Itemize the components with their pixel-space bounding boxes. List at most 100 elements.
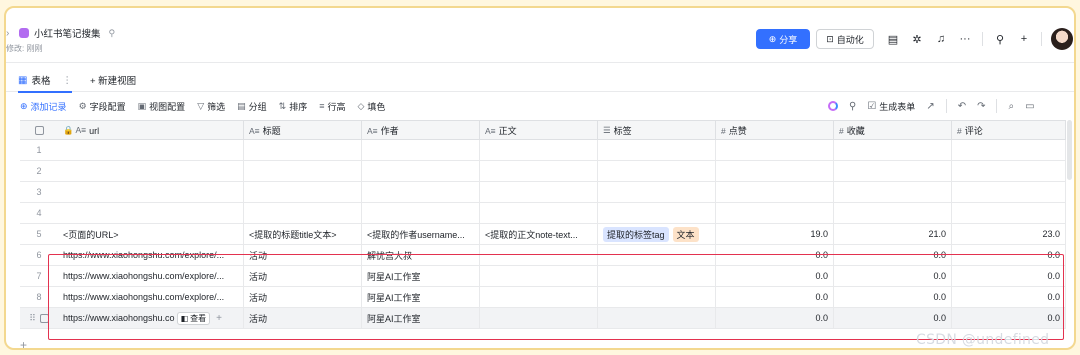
- cell-likes[interactable]: [716, 161, 834, 181]
- cell-favorites[interactable]: 0.0: [834, 266, 952, 286]
- cell-url[interactable]: [58, 140, 244, 160]
- search-record-icon[interactable]: ⚲: [849, 101, 856, 112]
- cell-url[interactable]: [58, 203, 244, 223]
- cell-favorites[interactable]: [834, 182, 952, 202]
- table-row[interactable]: 2: [20, 161, 1066, 182]
- field-config-button[interactable]: ⚙ 字段配置: [79, 100, 126, 113]
- cell-title[interactable]: [244, 140, 362, 160]
- fill-color-button[interactable]: ◇ 填色: [358, 100, 386, 113]
- cell-likes[interactable]: [716, 203, 834, 223]
- cell-author[interactable]: [362, 182, 480, 202]
- cell-body[interactable]: [480, 182, 598, 202]
- table-row[interactable]: 8 https://www.xiaohongshu.com/explore/..…: [20, 287, 1066, 308]
- cell-likes[interactable]: 19.0: [716, 224, 834, 244]
- cell-title[interactable]: <提取的标题title文本>: [244, 224, 362, 244]
- table-row[interactable]: ⠿ https://www.xiaohongshu.co ◧ 查看 + 活动 阿…: [20, 308, 1066, 329]
- cell-author[interactable]: [362, 161, 480, 181]
- table-row[interactable]: 4: [20, 203, 1066, 224]
- column-header-url[interactable]: 🔒 A≡ url: [58, 121, 244, 140]
- cell-url[interactable]: [58, 182, 244, 202]
- cell-title[interactable]: [244, 182, 362, 202]
- cell-title[interactable]: [244, 203, 362, 223]
- share-arrow-icon[interactable]: ↗: [926, 101, 934, 112]
- cell-author[interactable]: 阿星AI工作室: [362, 308, 480, 328]
- table-row[interactable]: 7 https://www.xiaohongshu.com/explore/..…: [20, 266, 1066, 287]
- cell-comments[interactable]: [952, 161, 1066, 181]
- select-all-cell[interactable]: [20, 121, 58, 140]
- generate-form-button[interactable]: ☑ 生成表单: [867, 100, 915, 113]
- avatar[interactable]: [1051, 28, 1073, 50]
- cell-title[interactable]: 活动: [244, 266, 362, 286]
- table-row[interactable]: 6 https://www.xiaohongshu.com/explore/..…: [20, 245, 1066, 266]
- search-grid-icon[interactable]: ⌕: [1008, 101, 1014, 112]
- cell-body[interactable]: [480, 245, 598, 265]
- cell-likes[interactable]: 0.0: [716, 266, 834, 286]
- cell-title[interactable]: 活动: [244, 287, 362, 307]
- cell-favorites[interactable]: 0.0: [834, 308, 952, 328]
- cell-body[interactable]: [480, 308, 598, 328]
- cell-author[interactable]: 阿星AI工作室: [362, 266, 480, 286]
- cell-title[interactable]: 活动: [244, 245, 362, 265]
- select-all-checkbox[interactable]: [34, 126, 44, 135]
- cell-body[interactable]: [480, 287, 598, 307]
- cell-url[interactable]: https://www.xiaohongshu.com/explore/...: [58, 287, 244, 307]
- cell-tags[interactable]: [598, 140, 716, 160]
- automation-button[interactable]: ⊡ 自动化: [816, 29, 874, 49]
- cell-favorites[interactable]: [834, 161, 952, 181]
- pin-icon[interactable]: ⚲: [109, 28, 116, 39]
- view-record-button[interactable]: ◧ 查看: [176, 311, 211, 325]
- column-header-favorites[interactable]: # 收藏: [834, 121, 952, 140]
- cell-comments[interactable]: 0.0: [952, 287, 1066, 307]
- cell-comments[interactable]: [952, 140, 1066, 160]
- document-icon[interactable]: ▤: [886, 33, 900, 46]
- filter-button[interactable]: ▽ 筛选: [197, 100, 225, 113]
- sort-button[interactable]: ⇅ 排序: [279, 100, 308, 113]
- cell-tags[interactable]: [598, 161, 716, 181]
- cell-favorites[interactable]: 0.0: [834, 245, 952, 265]
- cell-body[interactable]: <提取的正文note-text...: [480, 224, 598, 244]
- undo-icon[interactable]: ↶: [958, 101, 966, 112]
- cell-tags[interactable]: [598, 266, 716, 286]
- cell-body[interactable]: [480, 266, 598, 286]
- share-button[interactable]: ⊕ 分享: [756, 29, 810, 49]
- ai-assistant-icon[interactable]: [828, 101, 838, 111]
- column-header-body[interactable]: A≡ 正文: [480, 121, 598, 140]
- cell-favorites[interactable]: [834, 140, 952, 160]
- cell-comments[interactable]: 23.0: [952, 224, 1066, 244]
- cell-author[interactable]: <提取的作者username...: [362, 224, 480, 244]
- cell-author[interactable]: 阿星AI工作室: [362, 287, 480, 307]
- cell-likes[interactable]: [716, 182, 834, 202]
- bell-icon[interactable]: ♫: [934, 33, 948, 45]
- redo-icon[interactable]: ↷: [977, 101, 985, 112]
- cell-comments[interactable]: 0.0: [952, 266, 1066, 286]
- cell-tags[interactable]: [598, 308, 716, 328]
- cell-body[interactable]: [480, 161, 598, 181]
- cell-comments[interactable]: 0.0: [952, 308, 1066, 328]
- cell-url[interactable]: https://www.xiaohongshu.com/explore/...: [58, 266, 244, 286]
- cell-likes[interactable]: 0.0: [716, 245, 834, 265]
- plus-icon[interactable]: +: [1017, 33, 1031, 45]
- cell-favorites[interactable]: 0.0: [834, 287, 952, 307]
- cell-comments[interactable]: [952, 203, 1066, 223]
- cell-likes[interactable]: 0.0: [716, 287, 834, 307]
- cell-tags[interactable]: [598, 203, 716, 223]
- column-header-author[interactable]: A≡ 作者: [362, 121, 480, 140]
- plugin-icon[interactable]: ✲: [910, 33, 924, 46]
- add-row-button[interactable]: +: [20, 338, 27, 348]
- doc-title[interactable]: 小红书笔记搜集: [34, 26, 101, 40]
- column-header-likes[interactable]: # 点赞: [716, 121, 834, 140]
- table-row[interactable]: 1: [20, 140, 1066, 161]
- cell-title[interactable]: [244, 161, 362, 181]
- table-row[interactable]: 5 <页面的URL> <提取的标题title文本> <提取的作者username…: [20, 224, 1066, 245]
- view-config-button[interactable]: ▣ 视图配置: [138, 100, 186, 113]
- cell-author[interactable]: [362, 203, 480, 223]
- column-header-tags[interactable]: ☰ 标签: [598, 121, 716, 140]
- new-view-button[interactable]: + 新建视图: [90, 68, 136, 92]
- search-icon[interactable]: ⚲: [993, 33, 1007, 46]
- row-checkbox[interactable]: [39, 313, 49, 323]
- cell-author[interactable]: [362, 140, 480, 160]
- comment-icon[interactable]: ▭: [1025, 101, 1034, 112]
- cell-title[interactable]: 活动: [244, 308, 362, 328]
- cell-comments[interactable]: 0.0: [952, 245, 1066, 265]
- column-header-comments[interactable]: # 评论: [952, 121, 1066, 140]
